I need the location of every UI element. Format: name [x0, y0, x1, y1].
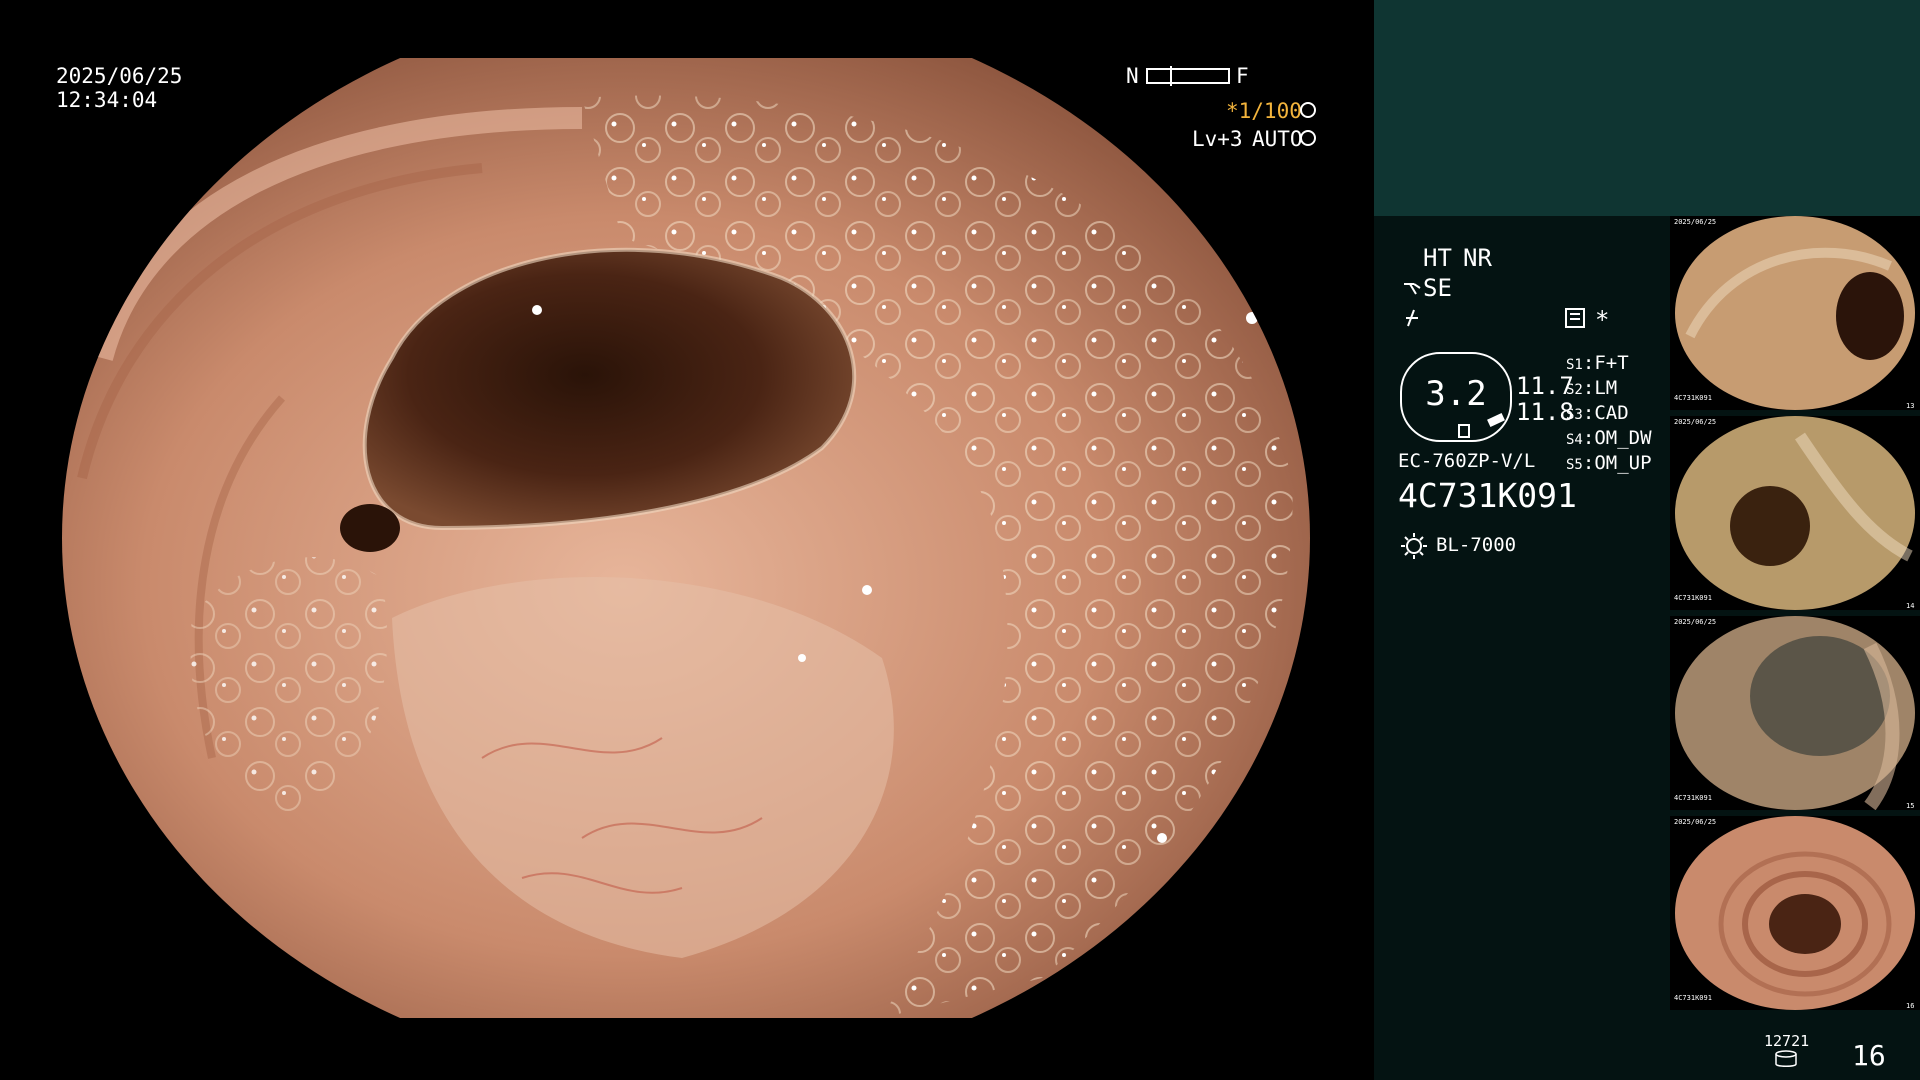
settings-key: S4: [1566, 432, 1583, 448]
thumbnail-number: 13: [1906, 402, 1915, 410]
settings-row: S4:OM_DW: [1566, 427, 1652, 449]
settings-key: S2: [1566, 382, 1583, 398]
settings-key: S3: [1566, 407, 1583, 423]
settings-value: CAD: [1594, 402, 1629, 424]
thumbnail-2[interactable]: 2025/06/25 4C731K091 14: [1670, 416, 1920, 610]
endoscope-image: [62, 58, 1310, 1018]
thumbnail-date: 2025/06/25: [1674, 618, 1717, 626]
thumbnail-date: 2025/06/25: [1674, 218, 1717, 226]
ht-label: HT: [1423, 244, 1452, 272]
zoom-indicator: 3.2: [1400, 352, 1512, 442]
settings-row: S2:LM: [1566, 377, 1618, 399]
memo-icon: [1565, 308, 1585, 328]
thumbnail-id: 4C731K091: [1674, 994, 1712, 1002]
thumbnail-id: 4C731K091: [1674, 794, 1712, 802]
settings-key: S1: [1566, 357, 1583, 373]
settings-row: S3:CAD: [1566, 402, 1629, 424]
thumbnail-number: 14: [1906, 602, 1915, 610]
thumbnail-date: 2025/06/25: [1674, 418, 1717, 426]
thumbnail-id: 4C731K091: [1674, 394, 1712, 402]
thumbnail-number: 15: [1906, 802, 1915, 810]
thumbnail-image: [1675, 416, 1915, 610]
shutter-speed: *1/100: [1226, 99, 1302, 123]
storage-count: 12721: [1764, 1032, 1810, 1050]
settings-value: OM_DW: [1594, 427, 1652, 449]
info-panel-header: [1374, 0, 1920, 216]
thumbnail-3[interactable]: 2025/06/25 4C731K091 15: [1670, 616, 1920, 810]
filter-icon: [1402, 308, 1422, 328]
thumbnail-id: 4C731K091: [1674, 594, 1712, 602]
thumbnail-image: [1675, 216, 1915, 410]
scope-model: EC-760ZP-V/L: [1398, 450, 1536, 472]
settings-key: S5: [1566, 457, 1583, 473]
thumbnail-1[interactable]: 2025/06/25 4C731K091 13: [1670, 216, 1920, 410]
settings-value: LM: [1594, 377, 1618, 399]
zoom-value: 3.2: [1425, 374, 1487, 414]
settings-row: S5:OM_UP: [1566, 452, 1652, 474]
nr-label: NR: [1463, 244, 1492, 272]
record-marker: *: [1595, 306, 1610, 334]
zoom-level-icon: [1458, 424, 1470, 438]
settings-row: S1:F+T: [1566, 352, 1629, 374]
date-label: 2025/06/25: [56, 64, 183, 88]
thumbnail-image: [1675, 816, 1915, 1010]
iris-icon: [1300, 130, 1316, 146]
endoscope-view: 2025/06/25 12:34:04 N F *1/100 Lv+3 AUTO: [0, 0, 1374, 1080]
thumbnail-date: 2025/06/25: [1674, 818, 1717, 826]
storage-icon: [1774, 1050, 1798, 1068]
near-label: N: [1126, 64, 1139, 88]
settings-value: F+T: [1594, 352, 1629, 374]
iris-label: AUTO: [1252, 127, 1303, 151]
thumbnail-number: 16: [1906, 1002, 1915, 1010]
near-far-gauge: [1146, 66, 1230, 86]
zoom-pointer-icon: [1487, 412, 1505, 428]
far-label: F: [1236, 64, 1249, 88]
near-far-marker: [1170, 66, 1172, 86]
light-source-icon: [1400, 532, 1428, 560]
light-source-label: BL-7000: [1436, 534, 1517, 556]
shutter-icon: [1300, 102, 1316, 118]
thumbnail-image: [1675, 616, 1915, 810]
scope-serial: 4C731K091: [1398, 476, 1577, 515]
settings-value: OM_UP: [1594, 452, 1652, 474]
time-label: 12:34:04: [56, 88, 158, 112]
image-count: 16: [1852, 1039, 1886, 1072]
level-label: Lv+3: [1192, 127, 1243, 151]
se-label: SE: [1423, 274, 1452, 302]
thumbnail-4[interactable]: 2025/06/25 4C731K091 16: [1670, 816, 1920, 1010]
enhancement-icon: [1402, 278, 1422, 298]
